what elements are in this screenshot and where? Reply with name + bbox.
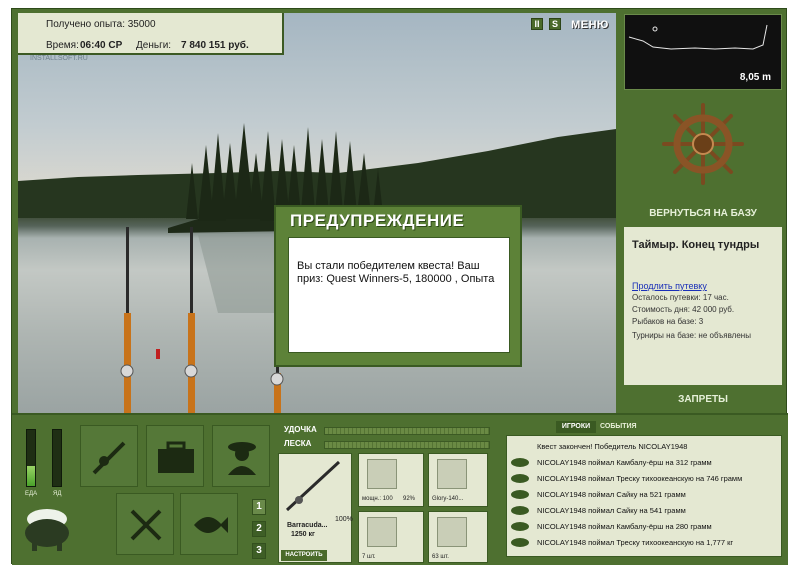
tackle-box-button[interactable]: [146, 425, 204, 487]
line-tension-bar: [324, 441, 490, 449]
money-value: 7 840 151 руб.: [181, 40, 249, 51]
fisherman-icon: [228, 442, 256, 475]
event-text: Квест закончен! Победитель NICOLAY1948: [537, 442, 688, 451]
fork-knife-icon: [130, 509, 162, 541]
rod-1: [120, 227, 134, 415]
lure-icon: [437, 459, 467, 489]
hook-count: 7 шт.: [362, 554, 376, 560]
event-text: NICOLAY1948 поймал Сайку на 521 грамм: [537, 490, 686, 499]
food-gauge-fill: [27, 466, 35, 486]
bottom-panel: ЕДА ЯД 1 2 3 УДОЧКА ЛЕСКА 100% Barracuda…: [12, 413, 788, 565]
poison-gauge: [52, 429, 62, 487]
status-panel: Получено опыта: 35000 Время: 06:40 СР Де…: [18, 13, 284, 55]
sound-button[interactable]: S: [549, 18, 561, 30]
watermark: INSTALLSOFT.RU: [30, 55, 88, 62]
events-panel: ИГРОКИ СОБЫТИЯ Квест закончен! Победител…: [496, 415, 786, 565]
event-row: NICOLAY1948 поймал Сайку на 541 грамм: [507, 504, 781, 518]
location-name: Таймыр. Конец тундры: [632, 239, 760, 251]
line-bar: ЛЕСКА: [278, 439, 492, 451]
rod-2: [184, 227, 198, 415]
fish-icon: [511, 522, 529, 531]
hook-icon: [367, 517, 397, 547]
event-text: NICOLAY1948 поймал Камбалу-ёрш на 312 гр…: [537, 458, 712, 467]
time-label: Время:: [46, 40, 79, 51]
event-text: NICOLAY1948 поймал Треску тихоокеанскую …: [537, 474, 743, 483]
event-row: NICOLAY1948 поймал Камбалу-ёрш на 312 гр…: [507, 456, 781, 470]
bait-icon: [437, 517, 467, 547]
event-row: NICOLAY1948 поймал Треску тихоокеанскую …: [507, 536, 781, 550]
food-gauge: [26, 429, 36, 487]
ship-wheel-icon[interactable]: [662, 103, 744, 185]
fish-icon: [511, 538, 529, 547]
slot-1-button[interactable]: 1: [252, 499, 266, 515]
location-panel: Таймыр. Конец тундры Продлить путевку Ос…: [624, 227, 782, 385]
event-text: NICOLAY1948 поймал Камбалу-ёрш на 280 гр…: [537, 522, 712, 531]
tackle-panel: УДОЧКА ЛЕСКА 100% Barracuda... 1250 кг Н…: [278, 419, 492, 563]
depth-value: 8,05 m: [739, 72, 771, 83]
event-text: NICOLAY1948 поймал Треску тихоокеанскую …: [537, 538, 734, 547]
extend-permit-link[interactable]: Продлить путевку: [632, 281, 707, 291]
rod-bar: УДОЧКА: [278, 425, 492, 437]
event-row: Квест закончен! Победитель NICOLAY1948: [507, 440, 781, 454]
rod-icon: [285, 460, 341, 512]
fish-icon: [511, 490, 529, 499]
fishers-at-base: Рыбаков на базе: 3: [632, 317, 704, 326]
food-label: ЕДА: [25, 491, 38, 497]
fish-icon: [511, 506, 529, 515]
fish-icon: [511, 474, 529, 483]
tab-events[interactable]: СОБЫТИЯ: [600, 421, 637, 433]
experience-text: Получено опыта: 35000: [46, 19, 156, 30]
catch-button[interactable]: [180, 493, 238, 555]
bait-count: 63 шт.: [432, 554, 449, 560]
rod-name: Barracuda...: [287, 522, 328, 529]
event-text: NICOLAY1948 поймал Сайку на 541 грамм: [537, 506, 686, 515]
event-row: NICOLAY1948 поймал Камбалу-ёрш на 280 гр…: [507, 520, 781, 534]
cauldron-icon[interactable]: [22, 503, 72, 553]
reel-power: мощн.: 100: [362, 496, 393, 502]
fish-icon: [194, 517, 228, 533]
depth-map: 8,05 m: [624, 14, 782, 90]
rods-button[interactable]: [80, 425, 138, 487]
dialog-title: ПРЕДУПРЕЖДЕНИЕ: [290, 211, 465, 230]
reel-durability: 92%: [403, 496, 416, 502]
day-cost: Стоимость дня: 42 000 руб.: [632, 305, 735, 314]
fish-icon: [511, 458, 529, 467]
rod-slot[interactable]: 100% Barracuda... 1250 кг НАСТРОИТЬ: [278, 453, 353, 563]
lure-name: Glory-140...: [432, 496, 464, 502]
permit-remaining: Осталось путевки: 17 час.: [632, 293, 729, 302]
lure-slot[interactable]: Glory-140...: [428, 453, 488, 507]
base-panel: [622, 95, 784, 221]
setup-button[interactable]: НАСТРОИТЬ: [281, 550, 327, 561]
tackle-box-icon: [158, 441, 194, 473]
rod-max-weight: 1250 кг: [291, 531, 315, 538]
reel-slot[interactable]: мощн.: 100 92%: [358, 453, 424, 507]
warning-dialog[interactable]: ПРЕДУПРЕЖДЕНИЕ Вы стали победителем квес…: [274, 205, 522, 367]
food-button[interactable]: [116, 493, 174, 555]
rod-durability: 100%: [335, 516, 353, 523]
fisherman-button[interactable]: [212, 425, 270, 487]
money-label: Деньги:: [136, 40, 172, 51]
dialog-message: Вы стали победителем квеста! Ваш приз: Q…: [288, 237, 510, 353]
reel-icon: [367, 459, 397, 489]
hook-slot[interactable]: 7 шт.: [358, 511, 424, 563]
rod-tension-bar: [324, 427, 490, 435]
slot-2-button[interactable]: 2: [252, 521, 266, 537]
slot-3-button[interactable]: 3: [252, 543, 266, 559]
event-row: NICOLAY1948 поймал Сайку на 521 грамм: [507, 488, 781, 502]
time-value: 06:40 СР: [80, 40, 123, 51]
game-window: Получено опыта: 35000 Время: 06:40 СР Де…: [11, 8, 788, 565]
tournaments-at-base: Турниры на базе: не объявлены: [632, 331, 751, 340]
return-to-base-button[interactable]: ВЕРНУТЬСЯ НА БАЗУ: [622, 205, 784, 223]
menu-button[interactable]: МЕНЮ: [570, 15, 610, 35]
event-row: NICOLAY1948 поймал Треску тихоокеанскую …: [507, 472, 781, 486]
bait-slot[interactable]: 63 шт.: [428, 511, 488, 563]
pause-button[interactable]: II: [531, 18, 543, 30]
bans-button[interactable]: ЗАПРЕТЫ: [622, 391, 784, 409]
line-bar-label: ЛЕСКА: [284, 439, 312, 448]
poison-label: ЯД: [53, 491, 62, 497]
events-list[interactable]: Квест закончен! Победитель NICOLAY1948 N…: [506, 435, 782, 557]
rod-bar-label: УДОЧКА: [284, 425, 317, 434]
tab-players[interactable]: ИГРОКИ: [556, 421, 596, 433]
rod-reel-icon: [92, 441, 126, 475]
